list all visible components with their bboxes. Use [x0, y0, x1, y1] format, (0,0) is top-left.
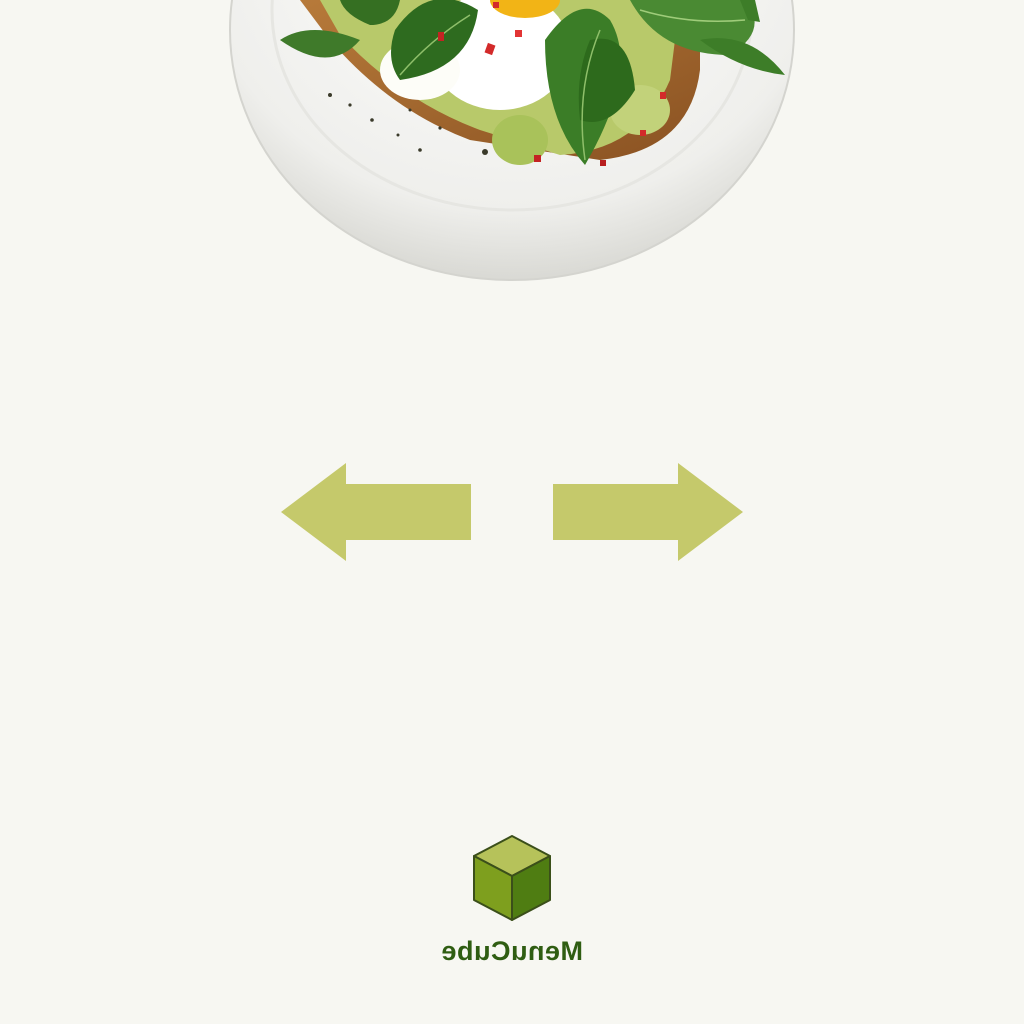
page: MenuCube: [0, 0, 1024, 1024]
cube-icon: [473, 835, 551, 921]
avocado-toast-plate-image: [229, 0, 795, 281]
brand-name: MenuCube: [441, 936, 583, 966]
arrow-right-icon[interactable]: [548, 462, 748, 562]
arrow-left-icon[interactable]: [278, 462, 478, 562]
brand-logo: MenuCube: [0, 832, 1024, 982]
